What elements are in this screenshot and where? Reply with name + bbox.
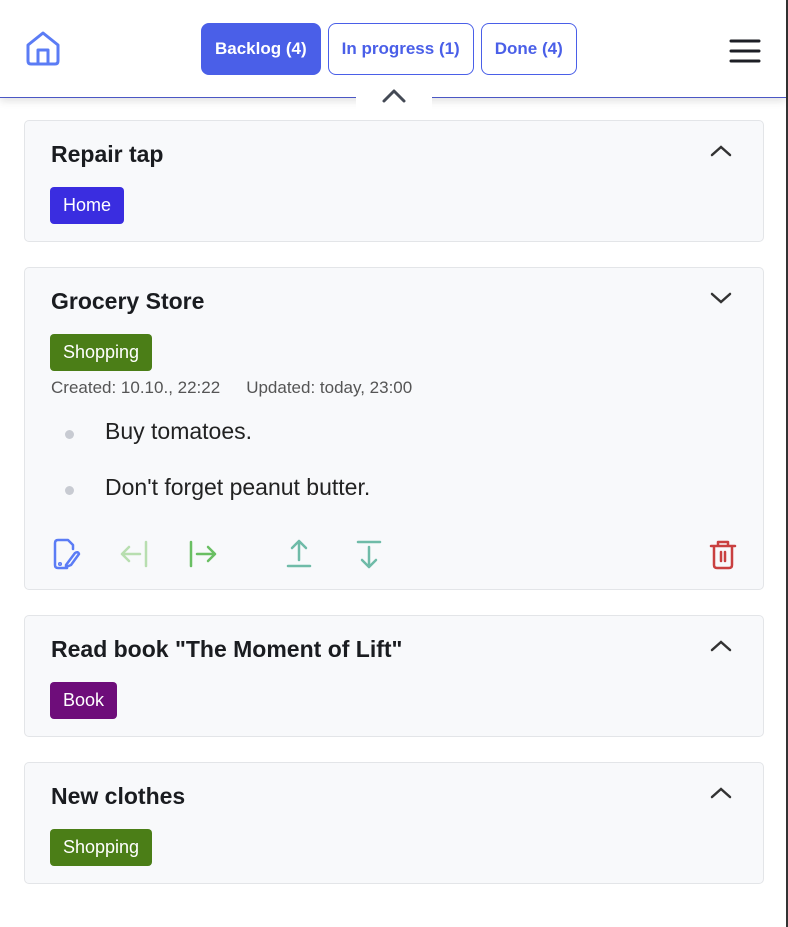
tab-in-progress[interactable]: In progress (1) [327, 23, 474, 75]
status-tabs: Backlog (4) In progress (1) Done (4) [201, 23, 577, 75]
task-card[interactable]: Grocery Store Shopping Created: 10.10., … [24, 267, 764, 590]
task-card[interactable]: New clothes Shopping [24, 762, 764, 884]
updated-date: Updated: today, 23:00 [246, 378, 413, 397]
tag-badge: Shopping [50, 334, 153, 371]
move-left-icon[interactable] [119, 538, 151, 570]
chevron-up-icon[interactable] [709, 638, 733, 654]
task-title: Grocery Store [51, 288, 205, 314]
edit-icon[interactable] [51, 538, 83, 570]
chevron-down-icon[interactable] [709, 290, 733, 306]
task-card[interactable]: Read book "The Moment of Lift" Book [24, 615, 764, 737]
tag-badge: Book [50, 682, 118, 719]
task-title: Repair tap [51, 141, 164, 167]
hamburger-icon [729, 39, 761, 63]
task-title: Read book "The Moment of Lift" [51, 636, 403, 662]
task-notes: Buy tomatoes. Don't forget peanut butter… [51, 418, 370, 530]
tab-backlog[interactable]: Backlog (4) [201, 23, 321, 75]
created-date: Created: 10.10., 22:22 [51, 378, 221, 397]
list-item: Don't forget peanut butter. [51, 474, 370, 530]
home-icon [26, 31, 60, 66]
move-right-icon[interactable] [187, 538, 219, 570]
tag-badge: Home [50, 187, 125, 224]
task-meta: Created: 10.10., 22:22 Updated: today, 2… [51, 378, 412, 398]
chevron-up-icon [382, 89, 406, 103]
home-button[interactable] [25, 30, 61, 71]
move-top-icon[interactable] [283, 538, 315, 570]
task-card[interactable]: Repair tap Home [24, 120, 764, 242]
chevron-up-icon[interactable] [709, 785, 733, 801]
list-item: Buy tomatoes. [51, 418, 370, 474]
move-bottom-icon[interactable] [353, 538, 385, 570]
tag-badge: Shopping [50, 829, 153, 866]
delete-icon[interactable] [707, 538, 739, 570]
chevron-up-icon[interactable] [709, 143, 733, 159]
task-actions [51, 538, 741, 572]
collapse-header-button[interactable] [356, 84, 432, 112]
tab-done[interactable]: Done (4) [480, 23, 577, 75]
menu-button[interactable] [729, 38, 761, 69]
task-title: New clothes [51, 783, 186, 809]
